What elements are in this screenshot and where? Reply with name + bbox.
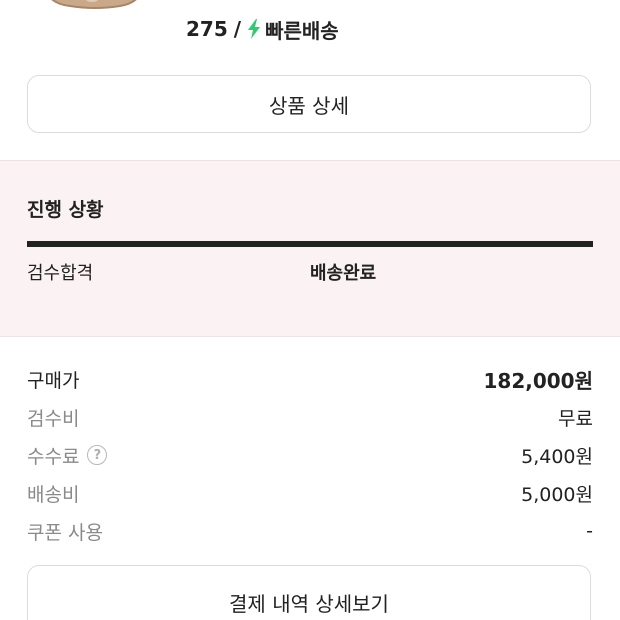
price-label: 배송비 — [27, 483, 80, 506]
price-value: 5,400원 — [521, 445, 593, 468]
help-icon[interactable]: ? — [87, 445, 108, 465]
progress-section: 진행 상황 검수합격 배송완료 — [0, 160, 620, 337]
progress-bar — [27, 241, 593, 247]
price-row-inspection-fee: 검수비 무료 — [27, 402, 593, 432]
price-value: 5,000원 — [521, 483, 593, 506]
price-label: 검수비 — [27, 407, 80, 430]
price-label: 쿠폰 사용 — [27, 521, 103, 544]
price-row-coupon: 쿠폰 사용 - — [27, 516, 593, 546]
price-value: - — [586, 520, 593, 542]
price-row-commission: 수수료 ? 5,400원 — [27, 440, 593, 470]
price-label: 수수료 — [27, 445, 80, 468]
fast-shipping-label: 빠른배송 — [265, 18, 339, 43]
product-detail-button[interactable]: 상품 상세 — [27, 75, 591, 133]
price-value: 무료 — [558, 407, 593, 430]
progress-step-delivered: 배송완료 — [310, 263, 377, 284]
price-row-shipping-fee: 배송비 5,000원 — [27, 478, 593, 508]
price-label-wrap: 수수료 ? — [27, 442, 108, 469]
progress-title: 진행 상황 — [27, 199, 104, 221]
payment-detail-button-label: 결제 내역 상세보기 — [229, 592, 389, 616]
price-row-purchase: 구매가 182,000원 — [27, 364, 593, 394]
price-value: 182,000원 — [483, 368, 594, 393]
price-label: 구매가 — [27, 369, 80, 392]
product-meta: 275 / 빠른배송 — [186, 14, 339, 44]
lightning-bolt-icon — [248, 19, 261, 39]
product-image[interactable] — [40, 0, 144, 14]
order-detail-page: 275 / 빠른배송 상품 상세 진행 상황 검수합격 배송완료 구매가 182… — [0, 0, 620, 620]
product-size: 275 — [186, 17, 228, 41]
meta-separator: / — [233, 17, 242, 41]
payment-detail-button[interactable]: 결제 내역 상세보기 — [27, 565, 591, 620]
progress-step-inspection: 검수합격 — [27, 263, 94, 284]
product-detail-button-label: 상품 상세 — [269, 93, 349, 118]
